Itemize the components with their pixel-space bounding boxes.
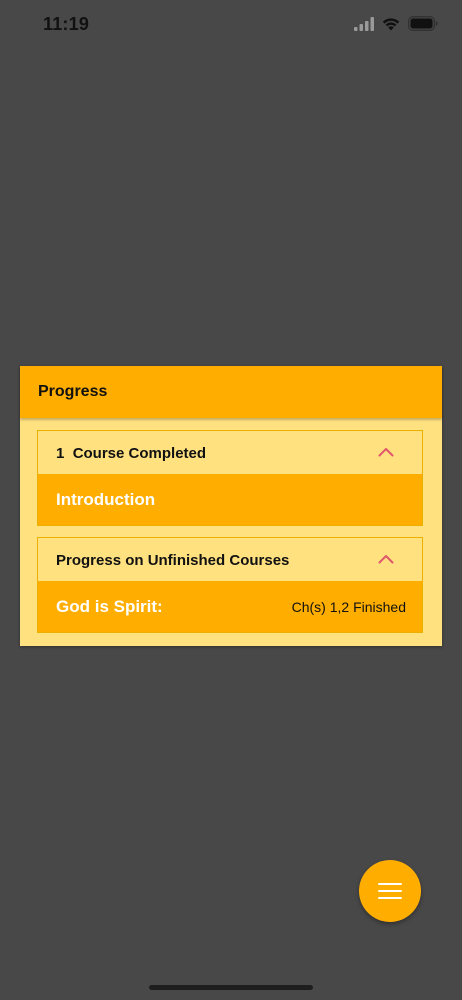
status-time: 11:19	[43, 14, 90, 34]
menu-fab-button[interactable]	[359, 860, 421, 922]
unfinished-course-name: God is Spirit:	[56, 597, 163, 616]
completed-course-name: Introduction	[56, 490, 156, 509]
home-indicator	[149, 985, 313, 990]
card-title: Progress	[38, 383, 108, 400]
completed-count: 1	[56, 445, 65, 462]
battery-icon	[408, 16, 438, 31]
unfinished-course-status: Ch(s) 1,2 Finished	[291, 599, 406, 615]
unfinished-courses-heading: Progress on Unfinished Courses	[56, 552, 290, 569]
status-bar: 11:19	[0, 0, 462, 52]
card-header: Progress	[20, 366, 442, 418]
unfinished-course-row: God is Spirit: Ch(s) 1,2 Finished	[38, 581, 422, 632]
unfinished-courses-section: Progress on Unfinished Courses God is Sp…	[37, 537, 423, 633]
completed-courses-section: 1 Course Completed Introduction	[37, 430, 423, 526]
completed-courses-heading: 1 Course Completed	[56, 445, 206, 462]
unfinished-courses-header[interactable]: Progress on Unfinished Courses	[38, 538, 422, 582]
status-icons	[354, 16, 438, 31]
completed-course-row: Introduction	[38, 474, 422, 525]
completed-courses-header[interactable]: 1 Course Completed	[38, 431, 422, 475]
signal-icon	[354, 16, 374, 31]
completed-label: Course Completed	[72, 445, 207, 462]
chevron-up-icon[interactable]	[378, 447, 394, 457]
wifi-icon	[382, 17, 400, 30]
chevron-up-icon[interactable]	[378, 554, 394, 564]
progress-card: Progress 1 Course Completed Introduction…	[20, 366, 442, 646]
menu-icon	[378, 883, 402, 899]
